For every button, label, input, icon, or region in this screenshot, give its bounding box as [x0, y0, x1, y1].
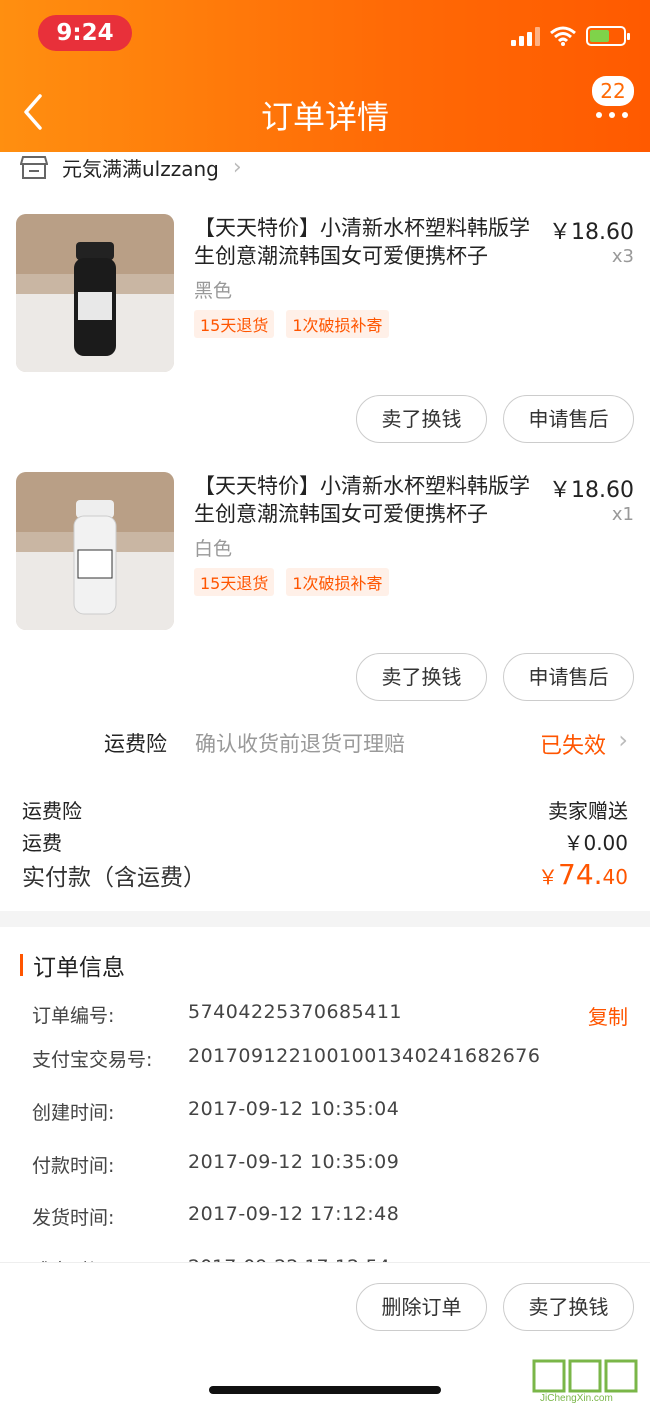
return-tag: 15天退货 [194, 310, 275, 338]
order-info-heading: 订单信息 [20, 948, 125, 982]
bottom-action-bar: 删除订单 卖了换钱 JiChengXin.com [0, 1262, 650, 1407]
info-value: 2017-09-12 17:12:48 [188, 1203, 400, 1225]
copy-button[interactable]: 复制 [588, 1001, 628, 1030]
alipay-number-row: 支付宝交易号: 2017091221001001340241682676 [32, 1045, 628, 1075]
product-item[interactable]: 【天天特价】小清新水杯塑料韩版学生创意潮流韩国女可爱便携杯子 ￥18.60 x1… [16, 472, 634, 632]
total-label: 实付款（含运费） [22, 865, 206, 891]
order-number-row: 订单编号: 57404225370685411 复制 [32, 1001, 628, 1031]
more-dots-icon [596, 112, 628, 118]
insurance-label: 运费险 [104, 732, 167, 756]
shop-name: 元気满满ulzzang [62, 156, 219, 181]
home-indicator [209, 1386, 441, 1394]
accent-bar [20, 954, 23, 976]
damage-tag: 1次破损补寄 [286, 568, 389, 596]
info-key: 付款时间: [32, 1155, 115, 1177]
product-variant: 白色 [194, 538, 233, 560]
insurance-desc: 确认收货前退货可理赔 [195, 732, 405, 756]
product-title: 【天天特价】小清新水杯塑料韩版学生创意潮流韩国女可爱便携杯子 [194, 216, 530, 268]
after-sale-button[interactable]: 申请售后 [503, 395, 634, 443]
info-key: 订单编号: [32, 1005, 115, 1027]
fee-shipping-value: ￥0.00 [563, 831, 628, 855]
status-icons [511, 24, 630, 48]
info-key: 发货时间: [32, 1207, 115, 1229]
info-key: 创建时间: [32, 1102, 115, 1124]
page-title: 订单详情 [260, 98, 389, 136]
wifi-icon [550, 26, 576, 46]
info-value: 57404225370685411 [188, 1001, 403, 1023]
product-quantity: x3 [611, 246, 634, 267]
product-variant: 黑色 [194, 280, 233, 302]
total-amount: ￥74.40 [538, 858, 628, 892]
cellular-signal-icon [511, 26, 540, 46]
message-count-badge[interactable]: 22 [592, 76, 634, 106]
shop-row[interactable]: 元気满满ulzzang › [20, 152, 242, 182]
fee-insurance-row: 运费险 卖家赠送 [22, 795, 628, 824]
header-bar: 9:24 订单详情 22 [0, 0, 650, 152]
sell-button[interactable]: 卖了换钱 [356, 653, 487, 701]
created-time-row: 创建时间: 2017-09-12 10:35:04 [32, 1098, 628, 1128]
insurance-status: 已失效 [539, 734, 606, 759]
watermark-logo: JiChengXin.com [532, 1359, 642, 1404]
paid-time-row: 付款时间: 2017-09-12 10:35:09 [32, 1151, 628, 1181]
total-currency: ￥ [538, 865, 559, 889]
battery-icon [586, 26, 630, 46]
fee-insurance-value: 卖家赠送 [548, 799, 628, 823]
status-time: 9:24 [38, 15, 132, 51]
product-title: 【天天特价】小清新水杯塑料韩版学生创意潮流韩国女可爱便携杯子 [194, 474, 530, 526]
chevron-right-icon: › [232, 154, 242, 180]
chevron-right-icon: › [618, 726, 628, 754]
product-quantity: x1 [611, 504, 634, 525]
freight-insurance-row[interactable]: 运费险 确认收货前退货可理赔 已失效 › [0, 722, 650, 762]
shop-icon [20, 156, 48, 179]
product-image [16, 472, 174, 630]
info-value: 2017091221001001340241682676 [188, 1045, 541, 1067]
sell-button[interactable]: 卖了换钱 [356, 395, 487, 443]
damage-tag: 1次破损补寄 [286, 310, 389, 338]
svg-text:JiChengXin.com: JiChengXin.com [540, 1393, 613, 1403]
product-price: ￥18.60 [549, 220, 634, 245]
product-price: ￥18.60 [549, 478, 634, 503]
total-decimal: 40 [602, 865, 628, 889]
total-row: 实付款（含运费） ￥74.40 [22, 858, 628, 892]
delete-order-button[interactable]: 删除订单 [356, 1283, 487, 1331]
info-key: 支付宝交易号: [32, 1049, 153, 1071]
product-item[interactable]: 【天天特价】小清新水杯塑料韩版学生创意潮流韩国女可爱便携杯子 ￥18.60 x3… [16, 214, 634, 374]
fee-insurance-label: 运费险 [22, 799, 82, 823]
info-value: 2017-09-12 10:35:09 [188, 1151, 400, 1173]
fee-shipping-label: 运费 [22, 831, 62, 855]
shipped-time-row: 发货时间: 2017-09-12 17:12:48 [32, 1203, 628, 1233]
section-divider [0, 911, 650, 927]
return-tag: 15天退货 [194, 568, 275, 596]
info-value: 2017-09-12 10:35:04 [188, 1098, 400, 1120]
sell-button[interactable]: 卖了换钱 [503, 1283, 634, 1331]
order-info-title: 订单信息 [33, 955, 125, 981]
product-image [16, 214, 174, 372]
fee-shipping-row: 运费 ￥0.00 [22, 827, 628, 856]
after-sale-button[interactable]: 申请售后 [503, 653, 634, 701]
total-integer: 74. [558, 858, 603, 891]
